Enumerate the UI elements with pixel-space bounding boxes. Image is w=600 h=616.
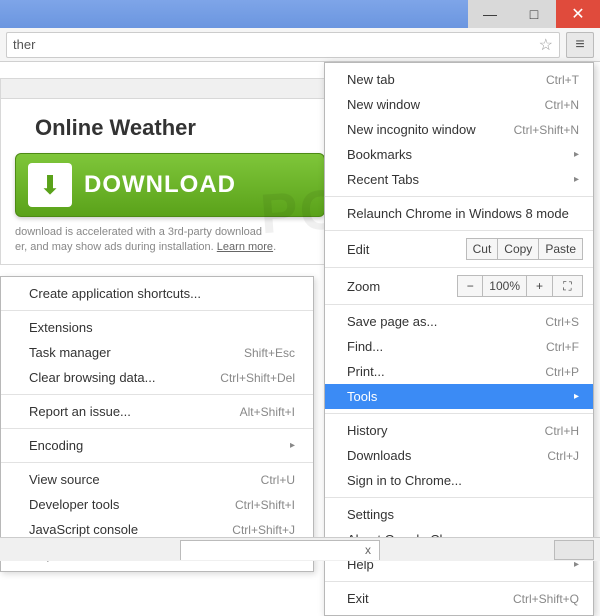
- maximize-button[interactable]: □: [512, 0, 556, 28]
- download-label: DOWNLOAD: [84, 171, 236, 199]
- menu-incognito[interactable]: New incognito windowCtrl+Shift+N: [325, 117, 593, 142]
- zoom-out-button[interactable]: −: [457, 275, 483, 297]
- main-menu-button[interactable]: ≡: [566, 32, 594, 58]
- fullscreen-button[interactable]: ⛶: [553, 275, 583, 297]
- browser-toolbar: ther ☆ ≡: [0, 28, 600, 62]
- zoom-in-button[interactable]: +: [527, 275, 553, 297]
- menu-separator: [325, 230, 593, 231]
- submenu-task-manager[interactable]: Task managerShift+Esc: [1, 340, 313, 365]
- menu-separator: [325, 267, 593, 268]
- submenu-report-issue[interactable]: Report an issue...Alt+Shift+I: [1, 399, 313, 424]
- menu-exit[interactable]: ExitCtrl+Shift+Q: [325, 586, 593, 611]
- menu-zoom-row: Zoom − 100% + ⛶: [325, 272, 593, 300]
- paste-button[interactable]: Paste: [539, 238, 583, 260]
- submenu-clear-data[interactable]: Clear browsing data...Ctrl+Shift+Del: [1, 365, 313, 390]
- menu-recent-tabs[interactable]: Recent Tabs: [325, 167, 593, 192]
- menu-separator: [1, 310, 313, 311]
- menu-find[interactable]: Find...Ctrl+F: [325, 334, 593, 359]
- ad-disclaimer: download is accelerated with a 3rd-party…: [15, 225, 325, 256]
- learn-more-link[interactable]: Learn more: [217, 241, 273, 253]
- ad-panel: Online Weather ⬇ DOWNLOAD download is ac…: [0, 78, 340, 265]
- address-text: ther: [13, 37, 35, 52]
- close-window-button[interactable]: ✕: [556, 0, 600, 28]
- menu-save-page[interactable]: Save page as...Ctrl+S: [325, 309, 593, 334]
- menu-edit-row: Edit Cut Copy Paste: [325, 235, 593, 263]
- menu-separator: [1, 428, 313, 429]
- ad-header-bar: [0, 78, 340, 98]
- submenu-devtools[interactable]: Developer toolsCtrl+Shift+I: [1, 492, 313, 517]
- bookmark-star-icon[interactable]: ☆: [539, 35, 553, 55]
- address-bar[interactable]: ther ☆: [6, 32, 560, 58]
- window-titlebar: — □ ✕: [0, 0, 600, 28]
- minimize-button[interactable]: —: [468, 0, 512, 28]
- menu-tools[interactable]: Tools: [325, 384, 593, 409]
- menu-settings[interactable]: Settings: [325, 502, 593, 527]
- bottom-tab-strip: x: [0, 537, 600, 561]
- download-arrow-icon: ⬇: [28, 163, 72, 207]
- menu-separator: [325, 196, 593, 197]
- tab[interactable]: x: [180, 540, 380, 560]
- ad-title: Online Weather: [35, 115, 325, 141]
- menu-separator: [325, 581, 593, 582]
- menu-separator: [325, 413, 593, 414]
- menu-signin[interactable]: Sign in to Chrome...: [325, 468, 593, 493]
- menu-new-tab[interactable]: New tabCtrl+T: [325, 67, 593, 92]
- menu-separator: [1, 462, 313, 463]
- tab-overflow[interactable]: [554, 540, 594, 560]
- submenu-app-shortcuts[interactable]: Create application shortcuts...: [1, 281, 313, 306]
- menu-new-window[interactable]: New windowCtrl+N: [325, 92, 593, 117]
- main-menu: New tabCtrl+T New windowCtrl+N New incog…: [324, 62, 594, 616]
- menu-history[interactable]: HistoryCtrl+H: [325, 418, 593, 443]
- menu-bookmarks[interactable]: Bookmarks: [325, 142, 593, 167]
- cut-button[interactable]: Cut: [466, 238, 499, 260]
- menu-downloads[interactable]: DownloadsCtrl+J: [325, 443, 593, 468]
- menu-separator: [325, 497, 593, 498]
- tab-close-icon[interactable]: x: [365, 543, 371, 557]
- tools-submenu: Create application shortcuts... Extensio…: [0, 276, 314, 572]
- submenu-extensions[interactable]: Extensions: [1, 315, 313, 340]
- download-button[interactable]: ⬇ DOWNLOAD: [15, 153, 325, 217]
- menu-print[interactable]: Print...Ctrl+P: [325, 359, 593, 384]
- menu-separator: [325, 304, 593, 305]
- submenu-view-source[interactable]: View sourceCtrl+U: [1, 467, 313, 492]
- zoom-value: 100%: [483, 275, 527, 297]
- menu-separator: [1, 394, 313, 395]
- submenu-encoding[interactable]: Encoding: [1, 433, 313, 458]
- copy-button[interactable]: Copy: [498, 238, 539, 260]
- menu-relaunch-win8[interactable]: Relaunch Chrome in Windows 8 mode: [325, 201, 593, 226]
